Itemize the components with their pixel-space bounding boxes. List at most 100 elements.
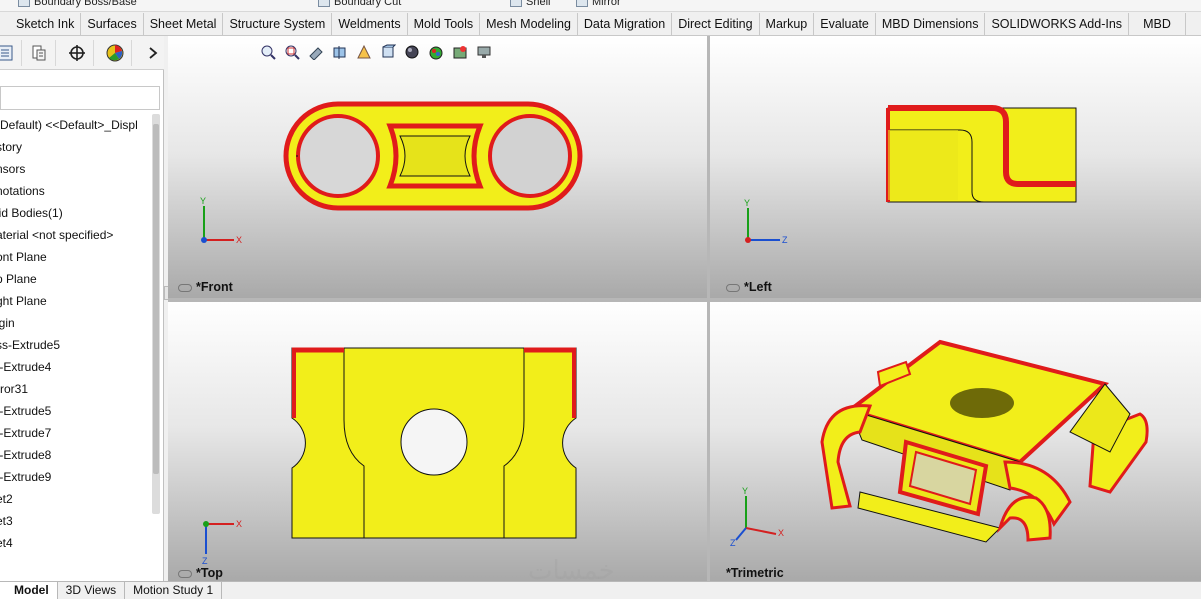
tree-item[interactable]: t-Extrude8 bbox=[0, 444, 156, 466]
tree-scrollbar-thumb[interactable] bbox=[153, 124, 159, 474]
heads-up-view-toolbar bbox=[258, 40, 494, 64]
solidworks-window: Boundary Boss/Base Boundary Cut Shell Mi… bbox=[0, 0, 1201, 599]
tree-item[interactable]: t-Extrude4 bbox=[0, 356, 156, 378]
viewport-splitter-vertical[interactable] bbox=[707, 36, 710, 581]
tree-item[interactable]: t-Extrude7 bbox=[0, 422, 156, 444]
trimetric-view-triad: Y X Z bbox=[730, 486, 784, 548]
view-settings-icon[interactable] bbox=[474, 42, 494, 62]
viewport-label-front: *Front bbox=[178, 280, 233, 294]
tree-item[interactable]: ont Plane bbox=[0, 246, 156, 268]
tree-item[interactable]: ght Plane bbox=[0, 290, 156, 312]
tab-sheet-metal[interactable]: Sheet Metal bbox=[144, 12, 224, 35]
tree-item[interactable]: t-Extrude9 bbox=[0, 466, 156, 488]
svg-text:Y: Y bbox=[744, 198, 750, 208]
svg-text:X: X bbox=[236, 519, 242, 529]
previous-view-icon[interactable] bbox=[306, 42, 326, 62]
edit-appearance-icon[interactable] bbox=[426, 42, 446, 62]
tab-data-migration[interactable]: Data Migration bbox=[578, 12, 673, 35]
mirror-button[interactable]: Mirror bbox=[576, 0, 621, 8]
tree-filter-input[interactable] bbox=[0, 86, 160, 110]
tab-surfaces[interactable]: Surfaces bbox=[81, 12, 144, 35]
tab-markup[interactable]: Markup bbox=[760, 12, 815, 35]
boundary-boss-button[interactable]: Boundary Boss/Base bbox=[18, 0, 137, 8]
boundary-boss-label: Boundary Boss/Base bbox=[34, 0, 137, 8]
feature-manager-panel: (Default) <<Default>_Displstorynsorsnota… bbox=[0, 36, 164, 581]
tree-item[interactable]: notations bbox=[0, 180, 156, 202]
tree-item[interactable]: ss-Extrude5 bbox=[0, 334, 156, 356]
boundary-boss-icon bbox=[18, 0, 30, 8]
tree-item[interactable]: aterial <not specified> bbox=[0, 224, 156, 246]
command-manager-tabs: Sketch Ink Surfaces Sheet Metal Structur… bbox=[0, 12, 1201, 36]
shell-button[interactable]: Shell bbox=[510, 0, 550, 8]
link-views-icon bbox=[178, 569, 192, 578]
mirror-label: Mirror bbox=[592, 0, 621, 8]
svg-text:Z: Z bbox=[202, 556, 208, 566]
viewport-top[interactable]: X Z *Top bbox=[168, 302, 707, 581]
svg-text:X: X bbox=[236, 235, 242, 245]
section-view-icon[interactable] bbox=[330, 42, 350, 62]
tree-item[interactable]: story bbox=[0, 136, 156, 158]
tree-item[interactable]: lid Bodies(1) bbox=[0, 202, 156, 224]
shell-icon bbox=[510, 0, 522, 8]
tree-item[interactable]: et3 bbox=[0, 510, 156, 532]
front-view-triad: Y X bbox=[200, 196, 242, 245]
expand-arrow-icon[interactable] bbox=[136, 40, 170, 66]
apply-scene-icon[interactable] bbox=[450, 42, 470, 62]
boundary-cut-icon bbox=[318, 0, 330, 8]
boundary-cut-button[interactable]: Boundary Cut bbox=[318, 0, 401, 8]
viewport-left[interactable]: Y Z *Left bbox=[710, 36, 1201, 298]
svg-text:Z: Z bbox=[730, 538, 736, 548]
zoom-to-area-icon[interactable] bbox=[282, 42, 302, 62]
top-view-triad: X Z bbox=[202, 519, 242, 566]
boundary-cut-label: Boundary Cut bbox=[334, 0, 402, 8]
tab-mesh-modeling[interactable]: Mesh Modeling bbox=[480, 12, 578, 35]
tree-item[interactable]: igin bbox=[0, 312, 156, 334]
viewport-label-left: *Left bbox=[726, 280, 772, 294]
tab-mbd[interactable]: MBD bbox=[1129, 12, 1186, 35]
zoom-to-fit-icon[interactable] bbox=[258, 42, 278, 62]
tree-item[interactable]: t-Extrude5 bbox=[0, 400, 156, 422]
tab-sketch-ink[interactable]: Sketch Ink bbox=[0, 12, 82, 35]
tab-mold-tools[interactable]: Mold Tools bbox=[408, 12, 481, 35]
svg-text:Z: Z bbox=[782, 235, 788, 245]
viewport-front[interactable]: Y X *Front bbox=[168, 36, 707, 298]
view-orientation-icon[interactable] bbox=[378, 42, 398, 62]
tree-item[interactable]: et2 bbox=[0, 488, 156, 510]
ribbon-strip: Boundary Boss/Base Boundary Cut Shell Mi… bbox=[0, 0, 1201, 12]
tab-weldments[interactable]: Weldments bbox=[332, 12, 408, 35]
property-manager-icon[interactable] bbox=[22, 40, 56, 66]
tree-item[interactable]: (Default) <<Default>_Displ bbox=[0, 114, 156, 136]
link-views-icon bbox=[726, 283, 740, 292]
viewport-label-trimetric: *Trimetric bbox=[726, 566, 784, 580]
link-views-icon bbox=[178, 283, 192, 292]
tab-evaluate[interactable]: Evaluate bbox=[814, 12, 876, 35]
tree-item[interactable]: p Plane bbox=[0, 268, 156, 290]
feature-manager-tabs bbox=[0, 36, 164, 70]
tab-direct-editing[interactable]: Direct Editing bbox=[672, 12, 760, 35]
mirror-icon bbox=[576, 0, 588, 8]
tree-item[interactable]: et4 bbox=[0, 532, 156, 554]
display-style-icon[interactable] bbox=[402, 42, 422, 62]
watermark-text: خمسات bbox=[528, 556, 615, 586]
viewport-label-top: *Top bbox=[178, 566, 223, 580]
viewport-trimetric[interactable]: Y X Z *Trimetric bbox=[710, 302, 1201, 581]
dynamic-annotation-icon[interactable] bbox=[354, 42, 374, 62]
tab-3d-views[interactable]: 3D Views bbox=[58, 582, 126, 599]
tree-item[interactable]: nsors bbox=[0, 158, 156, 180]
tab-mbd-dimensions[interactable]: MBD Dimensions bbox=[876, 12, 986, 35]
svg-text:Y: Y bbox=[200, 196, 206, 206]
tab-model[interactable]: Model bbox=[0, 582, 58, 599]
tab-solidworks-add-ins[interactable]: SOLIDWORKS Add-Ins bbox=[985, 12, 1130, 35]
appearance-manager-icon[interactable] bbox=[98, 40, 132, 66]
tree-item[interactable]: rror31 bbox=[0, 378, 156, 400]
feature-tree-icon[interactable] bbox=[0, 40, 22, 66]
svg-text:X: X bbox=[778, 528, 784, 538]
configuration-manager-icon[interactable] bbox=[60, 40, 94, 66]
shell-label: Shell bbox=[526, 0, 551, 8]
tab-motion-study-1[interactable]: Motion Study 1 bbox=[125, 582, 223, 599]
svg-text:Y: Y bbox=[742, 486, 748, 496]
left-view-triad: Y Z bbox=[744, 198, 788, 245]
viewport-splitter-horizontal[interactable] bbox=[168, 298, 1201, 302]
feature-tree: (Default) <<Default>_Displstorynsorsnota… bbox=[0, 114, 156, 564]
tab-structure-system[interactable]: Structure System bbox=[223, 12, 333, 35]
